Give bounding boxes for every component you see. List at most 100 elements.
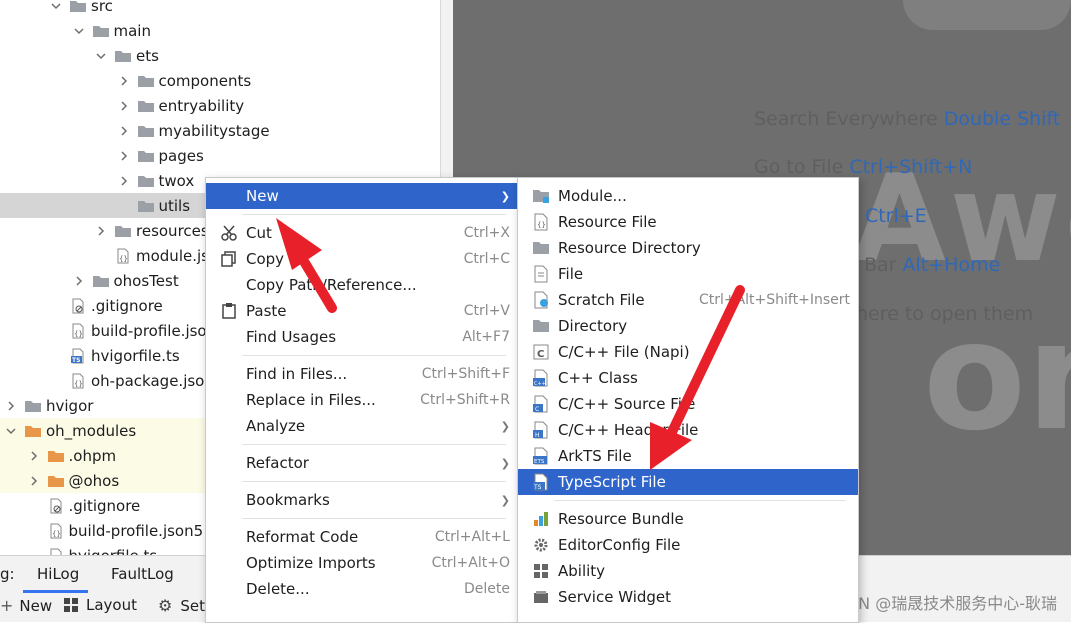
menu-item-refactor[interactable]: Refactor ❯ — [206, 450, 518, 476]
new-button[interactable]: + New — [0, 596, 52, 615]
menu-item-resource-file[interactable]: {} Resource File — [518, 209, 858, 235]
menu-item-label: File — [558, 265, 584, 283]
layout-icon — [64, 598, 78, 612]
menu-item-bookmarks[interactable]: Bookmarks ❯ — [206, 487, 518, 513]
chevron-right-icon[interactable] — [117, 174, 131, 188]
tree-row[interactable]: components — [0, 68, 440, 93]
tree-row-label: build-profile.json5 — [68, 521, 204, 540]
menu-item-label: C/C++ Source File — [558, 395, 696, 413]
menu-item-label: Refactor — [246, 454, 309, 472]
menu-item-label: Resource Directory — [558, 239, 701, 257]
chevron-down-icon[interactable] — [4, 424, 18, 438]
chevron-right-icon[interactable] — [27, 474, 41, 488]
file-icon — [532, 265, 550, 283]
menu-item-resource-bundle[interactable]: Resource Bundle — [518, 506, 858, 532]
menu-item-reformat-code[interactable]: Reformat Code Ctrl+Alt+L — [206, 524, 518, 550]
watermark-logo-shape — [903, 0, 1071, 30]
menu-item-service-widget[interactable]: Service Widget — [518, 584, 858, 610]
chevron-right-icon[interactable] — [94, 224, 108, 238]
menu-item-copy-path-reference[interactable]: Copy Path/Reference... — [206, 272, 518, 298]
menu-separator — [242, 444, 506, 445]
tree-row-label: oh-package.json5 — [91, 371, 224, 390]
cut-icon — [220, 224, 238, 242]
layout-button[interactable]: Layout — [64, 596, 137, 614]
tab-hilog[interactable]: HiLog — [37, 565, 79, 583]
menu-item-c-c-file-napi[interactable]: C C/C++ File (Napi) — [518, 339, 858, 365]
tab-hilog-underline — [23, 590, 88, 593]
menu-item-label: Paste — [246, 302, 287, 320]
tree-row-label: entryability — [158, 96, 245, 115]
chevron-down-icon[interactable] — [94, 49, 108, 63]
menu-item-c-c-header-file[interactable]: H C/C++ Header File — [518, 417, 858, 443]
module-icon — [532, 187, 550, 205]
menu-item-ability[interactable]: Ability — [518, 558, 858, 584]
menu-item-resource-directory[interactable]: Resource Directory — [518, 235, 858, 261]
tree-row-label: hvigorfile.ts — [91, 346, 180, 365]
menu-item-label: Resource Bundle — [558, 510, 684, 528]
menu-item-optimize-imports[interactable]: Optimize Imports Ctrl+Alt+O — [206, 550, 518, 576]
ts-file-icon: TS — [47, 548, 65, 555]
menu-item-paste[interactable]: Paste Ctrl+V — [206, 298, 518, 324]
hint-search-everywhere: Search Everywhere Double Shift — [754, 108, 1061, 130]
menu-item-cut[interactable]: Cut Ctrl+X — [206, 220, 518, 246]
menu-item-c-c-source-file[interactable]: C C/C++ Source File — [518, 391, 858, 417]
chevron-down-icon[interactable] — [72, 24, 86, 38]
gear-icon — [532, 536, 550, 554]
chevron-right-icon[interactable] — [117, 74, 131, 88]
menu-item-label: ArkTS File — [558, 447, 632, 465]
chevron-right-icon[interactable] — [117, 124, 131, 138]
menu-item-delete[interactable]: Delete... Delete — [206, 576, 518, 602]
gitignore-file-icon — [69, 298, 87, 314]
menu-item-label: Scratch File — [558, 291, 645, 309]
tree-row[interactable]: main — [0, 18, 440, 43]
settings-button[interactable]: ⚙ Set — [158, 596, 205, 615]
folder-orange-icon — [47, 448, 65, 464]
folder-icon — [92, 23, 110, 39]
menu-item-new[interactable]: New ❯ — [206, 183, 518, 209]
chevron-right-icon[interactable] — [117, 99, 131, 113]
tree-row[interactable]: myabilitystage — [0, 118, 440, 143]
tree-row-label: oh_modules — [46, 421, 137, 440]
folder-orange-icon — [47, 473, 65, 489]
menu-item-file[interactable]: File — [518, 261, 858, 287]
svg-text:C++: C++ — [534, 381, 546, 387]
menu-item-scratch-file[interactable]: Scratch File Ctrl+Alt+Shift+Insert — [518, 287, 858, 313]
menu-item-analyze[interactable]: Analyze ❯ — [206, 413, 518, 439]
svg-text:ETS: ETS — [534, 459, 545, 465]
tab-faultlog[interactable]: FaultLog — [111, 565, 174, 583]
chevron-right-icon[interactable] — [72, 274, 86, 288]
tree-row[interactable]: entryability — [0, 93, 440, 118]
tree-row-label: myabilitystage — [158, 121, 270, 140]
menu-item-copy[interactable]: Copy Ctrl+C — [206, 246, 518, 272]
json-file-icon: {} — [114, 248, 132, 264]
menu-item-typescript-file[interactable]: TS TypeScript File — [518, 469, 858, 495]
chevron-right-icon[interactable] — [117, 149, 131, 163]
tree-row[interactable]: pages — [0, 143, 440, 168]
svg-text:{}: {} — [74, 380, 83, 388]
log-label: g: — [0, 565, 15, 583]
menu-item-label: Optimize Imports — [246, 554, 376, 572]
menu-item-find-usages[interactable]: Find Usages Alt+F7 — [206, 324, 518, 350]
menu-item-replace-in-files[interactable]: Replace in Files... Ctrl+Shift+R — [206, 387, 518, 413]
menu-item-label: Ability — [558, 562, 606, 580]
menu-item-editorconfig-file[interactable]: EditorConfig File — [518, 532, 858, 558]
menu-item-find-in-files[interactable]: Find in Files... Ctrl+Shift+F — [206, 361, 518, 387]
new-submenu: Module... {} Resource File Resource Directo… — [517, 177, 859, 623]
menu-item-directory[interactable]: Directory — [518, 313, 858, 339]
menu-item-c-class[interactable]: C++ C++ Class — [518, 365, 858, 391]
tree-row[interactable]: src — [0, 0, 440, 18]
chevron-down-icon[interactable] — [49, 0, 63, 13]
tree-row-label: main — [113, 21, 151, 40]
menu-item-arkts-file[interactable]: ETS ArkTS File — [518, 443, 858, 469]
json-file-icon: {} — [69, 373, 87, 389]
folder-icon — [532, 239, 550, 257]
tree-row[interactable]: ets — [0, 43, 440, 68]
menu-item-module[interactable]: Module... — [518, 183, 858, 209]
menu-item-shortcut: Ctrl+Shift+R — [420, 392, 510, 408]
menu-item-label: Delete... — [246, 580, 310, 598]
chevron-right-icon[interactable] — [4, 399, 18, 413]
chevron-right-icon[interactable] — [27, 449, 41, 463]
tree-row-label: twox — [158, 171, 195, 190]
